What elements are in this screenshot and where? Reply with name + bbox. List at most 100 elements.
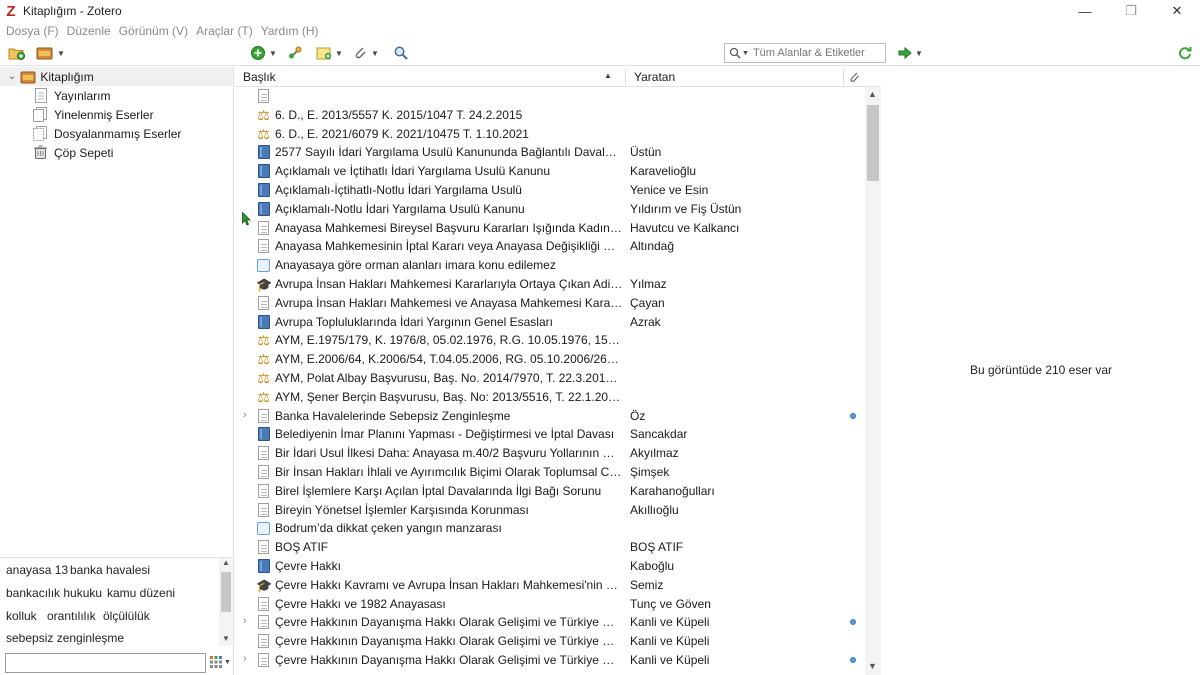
chevron-right-icon[interactable]: › (243, 615, 247, 627)
item-row[interactable]: Açıklamalı-Notlu İdari Yargılama Usulü K… (235, 200, 865, 219)
item-row[interactable]: Anayasaya göre orman alanları imara konu… (235, 256, 865, 275)
search-input[interactable] (752, 47, 873, 59)
collection-trash[interactable]: Çöp Sepeti (0, 143, 113, 162)
item-row[interactable]: › Çevre Hakkının Dayanışma Hakkı Olarak G… (235, 613, 865, 632)
chevron-right-icon[interactable]: › (243, 653, 247, 665)
item-row[interactable]: Anayasa Mahkemesinin İptal Kararı veya A… (235, 237, 865, 256)
chevron-down-icon: ▼ (224, 658, 231, 666)
item-row[interactable]: Anayasa Mahkemesi Bireysel Başvuru Karar… (235, 219, 865, 238)
column-title-header[interactable]: Başlık (243, 67, 276, 87)
item-title: 6. D., E. 2021/6079 K. 2021/10475 T. 1.1… (275, 126, 529, 141)
chevron-down-icon: ▼ (335, 48, 343, 58)
chevron-up-icon[interactable]: ▲ (222, 558, 230, 567)
attachment-button[interactable]: ▼ (352, 43, 379, 63)
item-row[interactable]: Bir İdari Usul İlkesi Daha: Anayasa m.40… (235, 444, 865, 463)
column-title-label: Başlık (243, 70, 276, 84)
maximize-button[interactable]: ❐ (1108, 0, 1154, 22)
item-row[interactable]: Açıklamalı-İçtihatlı-Notlu İdari Yargıla… (235, 181, 865, 200)
document-icon (258, 596, 269, 611)
search-field[interactable]: ▼ (724, 43, 886, 63)
tag-filter-input[interactable] (5, 653, 206, 673)
new-library-button[interactable]: ▼ (36, 43, 65, 63)
collection-my-library[interactable]: ⌄ Kitaplığım (0, 67, 233, 86)
chevron-down-icon: ▼ (269, 48, 277, 58)
collection-duplicates[interactable]: Yinelenmiş Eserler (0, 105, 154, 124)
advanced-search-button[interactable] (393, 43, 409, 63)
item-row[interactable]: Bir İnsan Hakları İhlali ve Ayırımcılık … (235, 463, 865, 482)
tag-item[interactable]: banka havalesi (70, 563, 150, 577)
chevron-right-icon[interactable]: › (243, 409, 247, 421)
item-row[interactable]: Bodrum’da dikkat çeken yangın manzarası (235, 519, 865, 538)
column-creator-header[interactable]: Yaratan (634, 67, 675, 87)
collection-my-publications[interactable]: Yayınlarım (0, 86, 110, 105)
column-attachment-header[interactable] (848, 67, 860, 87)
chevron-down-icon[interactable]: ▼ (868, 661, 877, 671)
item-row[interactable]: Avrupa İnsan Hakları Mahkemesi ve Anayas… (235, 294, 865, 313)
item-row[interactable]: ⚖ AYM, E.2006/64, K.2006/54, T.04.05.2006… (235, 350, 865, 369)
item-creator: Üstün (630, 145, 662, 160)
menu-tools[interactable]: Araçlar (T) (196, 24, 253, 38)
new-note-button[interactable]: ▼ (316, 43, 343, 63)
menu-help[interactable]: Yardım (H) (261, 24, 319, 38)
add-by-identifier-button[interactable] (287, 43, 303, 63)
items-scrollbar[interactable]: ▲ ▼ (865, 87, 881, 675)
column-separator[interactable] (625, 69, 626, 85)
scrollbar-thumb[interactable] (867, 105, 879, 181)
item-row[interactable]: BOŞ ATIF BOŞ ATIF (235, 538, 865, 557)
item-row[interactable]: 🎓 Çevre Hakkı Kavramı ve Avrupa İnsan Hak… (235, 576, 865, 595)
minimize-button[interactable]: — (1062, 0, 1108, 22)
close-button[interactable]: ✕ (1154, 0, 1200, 22)
item-row[interactable]: Çevre Hakkının Dayanışma Hakkı Olarak Ge… (235, 632, 865, 651)
locate-button[interactable]: ▼ (898, 43, 923, 63)
item-row[interactable]: ⚖ 6. D., E. 2013/5557 K. 2015/1047 T. 24.… (235, 106, 865, 125)
menu-file[interactable]: Dosya (F) (6, 24, 59, 38)
menu-edit[interactable]: Düzenle (67, 24, 111, 38)
menu-view[interactable]: Görünüm (V) (119, 24, 188, 38)
item-creator: BOŞ ATIF (630, 540, 684, 555)
tag-item[interactable]: kolluk (6, 609, 37, 623)
item-row[interactable] (235, 87, 865, 106)
item-row[interactable]: ⚖ AYM, Şener Berçin Başvurusu, Baş. No: 2… (235, 388, 865, 407)
window-controls: — ❐ ✕ (1062, 0, 1200, 22)
tags-scrollbar[interactable]: ▲ ▼ (219, 558, 233, 646)
document-icon (258, 540, 269, 555)
item-row[interactable]: Avrupa Topluluklarında İdari Yargının Ge… (235, 313, 865, 332)
item-creator: Semiz (630, 577, 664, 592)
item-creator: Azrak (630, 314, 661, 329)
case-icon: ⚖ (257, 106, 270, 123)
case-icon: ⚖ (257, 125, 270, 142)
chevron-down-icon[interactable]: ▼ (222, 634, 230, 643)
item-row[interactable]: ⚖ 6. D., E. 2021/6079 K. 2021/10475 T. 1.… (235, 125, 865, 144)
book-icon (258, 164, 270, 179)
chevron-down-icon[interactable]: ⌄ (8, 71, 16, 82)
item-row[interactable]: 🎓 Avrupa İnsan Hakları Mahkemesi Kararlar… (235, 275, 865, 294)
item-row[interactable]: 2577 Sayılı İdari Yargılama Usulü Kanunu… (235, 143, 865, 162)
column-separator[interactable] (843, 69, 844, 85)
sync-button[interactable] (1178, 43, 1192, 63)
item-row[interactable]: Açıklamalı ve İçtihatlı İdari Yargılama … (235, 162, 865, 181)
tag-item[interactable]: orantılılık (47, 609, 96, 623)
tag-actions-button[interactable]: ▼ (210, 656, 231, 668)
chevron-up-icon[interactable]: ▲ (868, 89, 877, 99)
item-row[interactable]: Çevre Hakkı Kaboğlu (235, 557, 865, 576)
tag-item[interactable]: bankacılık hukuku (6, 586, 102, 600)
item-row[interactable]: Birel İşlemlere Karşı Açılan İptal Daval… (235, 482, 865, 501)
tag-item[interactable]: sebepsiz zenginleşme (6, 631, 124, 645)
item-row[interactable]: Çevre Hakkı ve 1982 Anayasası Tunç ve Göv… (235, 595, 865, 614)
item-row[interactable]: ⚖ AYM, E.1975/179, K. 1976/8, 05.02.1976,… (235, 331, 865, 350)
item-row[interactable]: Belediyenin İmar Planını Yapması - Değiş… (235, 425, 865, 444)
new-collection-button[interactable] (8, 43, 26, 63)
new-item-button[interactable]: ▼ (250, 43, 277, 63)
item-row[interactable]: Bireyin Yönetsel İşlemler Karşısında Kor… (235, 501, 865, 520)
chevron-down-icon: ▼ (742, 49, 749, 57)
tag-item[interactable]: kamu düzeni (107, 586, 175, 600)
item-row[interactable]: ⚖ AYM, Polat Albay Başvurusu, Baş. No. 20… (235, 369, 865, 388)
item-row[interactable]: › Banka Havalelerinde Sebepsiz Zenginleşm… (235, 407, 865, 426)
tag-item[interactable]: ölçülülük (103, 609, 150, 623)
scrollbar-thumb[interactable] (221, 572, 231, 612)
tag-item[interactable]: anayasa 13 (6, 563, 68, 577)
item-row[interactable]: › Çevre Hakkının Dayanışma Hakkı Olarak G… (235, 651, 865, 670)
item-creator: Akıllıoğlu (630, 502, 679, 517)
document-icon (258, 465, 269, 479)
collection-unfiled[interactable]: Dosyalanmamış Eserler (0, 124, 181, 143)
